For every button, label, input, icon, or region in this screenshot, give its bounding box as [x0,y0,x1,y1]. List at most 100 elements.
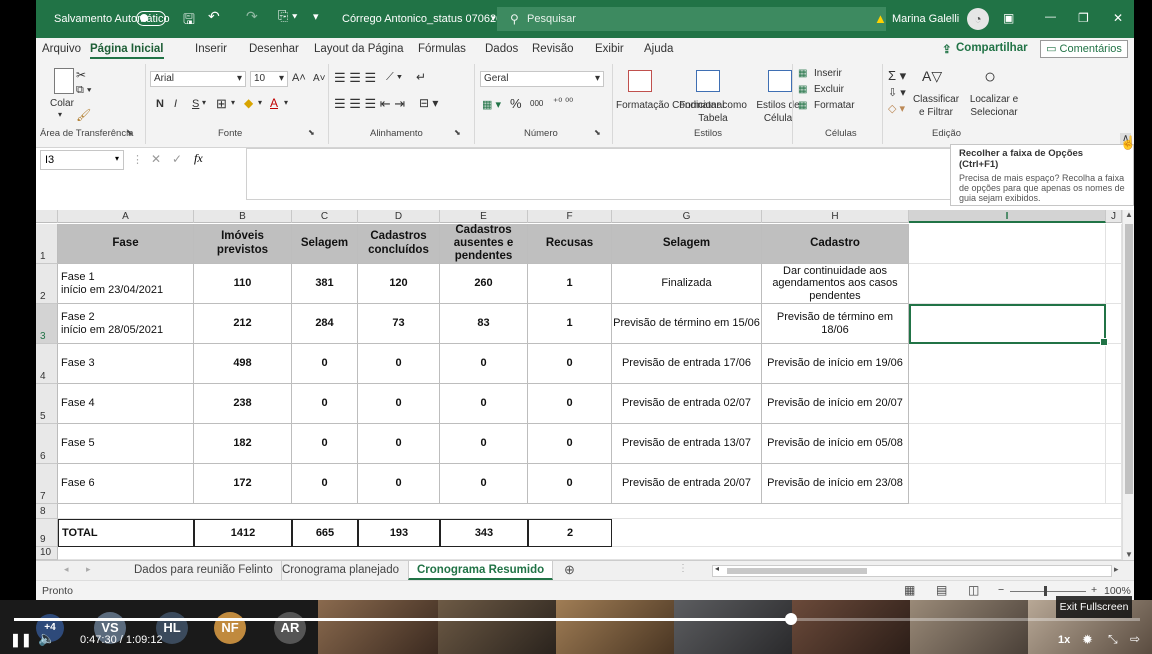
italic-button[interactable]: I [174,98,177,110]
column-header-f[interactable]: F [528,210,612,223]
file-name-chevron-icon[interactable]: ▾ [491,13,496,24]
participant-avatar-ar[interactable]: AR [274,612,306,644]
percent-button[interactable]: % [510,96,522,111]
cell-selagem-row5[interactable]: 0 [292,384,358,424]
sheet-tab-cronograma-planejado[interactable]: Cronograma planejado [274,561,407,580]
autosum-icon[interactable]: Σ ▾ [888,68,906,84]
page-break-icon[interactable]: ◫ [968,583,979,597]
tab-exibir[interactable]: Exibir [595,43,624,55]
scroll-right-icon[interactable]: ▸ [1114,564,1119,575]
paste-chevron-icon[interactable]: ▾ [58,110,62,119]
cell-fase-row3[interactable]: Fase 2 início em 28/05/2021 [58,304,194,344]
borders-chevron-icon[interactable]: ▾ [231,98,235,107]
video-progress-bar[interactable] [14,613,1140,625]
sheet-tab-dados[interactable]: Dados para reunião Felinto [126,561,282,580]
bold-button[interactable]: N [156,98,164,110]
fill-color-icon[interactable]: ◆ [244,96,253,110]
header-cell-pendentes[interactable]: Cadastros ausentes e pendentes [440,224,528,264]
paste-label[interactable]: Colar [50,98,74,109]
tab-inserir[interactable]: Inserir [195,43,227,55]
save-icon[interactable]: 🖫 [183,9,195,33]
find-icon[interactable]: ○ [984,66,996,89]
cell-concluidos-row5[interactable]: 0 [358,384,440,424]
font-grow-icon[interactable]: A˄ [292,72,306,84]
align-left-icon[interactable]: ☰ ☰ ☰ ⇤ ⇥ [334,96,405,112]
header-cell-selagem-status[interactable]: Selagem [612,224,762,264]
cell-cadastro-status-row5[interactable]: Previsão de início em 20/07 [762,384,909,424]
sort-filter-icon[interactable]: A▽ [922,68,942,85]
header-cell-concluidos[interactable]: Cadastros concluídos [358,224,440,264]
column-header-a[interactable]: A [58,210,194,223]
clear-icon[interactable]: ◇ ▾ [888,102,905,115]
volume-icon[interactable]: 🔈 [38,630,55,647]
cell-selagem-row2[interactable]: 381 [292,264,358,304]
empty-cell-row2[interactable] [1106,264,1122,304]
cell-recusas-row6[interactable]: 0 [528,424,612,464]
borders-icon[interactable]: ⊞ [216,96,227,112]
row-header-8[interactable]: 8 [36,504,58,519]
underline-chevron-icon[interactable]: ▾ [202,98,206,107]
active-cell-selection[interactable] [909,304,1108,346]
wrap-text-icon[interactable]: ↵ [416,70,426,84]
column-header-i[interactable]: I [909,210,1106,223]
cell-pendentes-row7[interactable]: 0 [440,464,528,504]
empty-cell-row6[interactable] [1106,424,1122,464]
cell-selagem-status-row6[interactable]: Previsão de entrada 13/07 [612,424,762,464]
participant-avatar-nf[interactable]: NF [214,612,246,644]
row-header-5[interactable]: 5 [36,384,58,424]
cell-styles-icon[interactable] [768,70,792,92]
increase-decimal-icon[interactable]: ⁺⁰ ⁰⁰ [553,97,573,108]
font-color-icon[interactable]: A [270,96,278,110]
user-avatar-icon[interactable]: ◔ [967,8,989,30]
row-header-3[interactable]: 3 [36,304,58,344]
empty-cell-row3[interactable] [1106,304,1122,344]
empty-cell-row6[interactable] [909,424,1106,464]
ribbon-display-icon[interactable]: ▣ [1003,11,1014,25]
cell-selagem-status-row5[interactable]: Previsão de entrada 02/07 [612,384,762,424]
conditional-format-icon[interactable] [628,70,652,92]
header-cell-imoveis[interactable]: Imóveis previstos [194,224,292,264]
user-name[interactable]: Marina Galelli [892,13,959,25]
total-label-cell[interactable]: TOTAL [58,519,194,547]
total-selagem-cell[interactable]: 665 [292,519,358,547]
total-pendentes-cell[interactable]: 343 [440,519,528,547]
pause-icon[interactable]: ❚❚ [10,632,32,648]
number-format-combo[interactable]: Geral ▾ [480,71,604,87]
underline-button[interactable]: S [192,98,199,110]
header-cell-selagem[interactable]: Selagem [292,224,358,264]
column-header-b[interactable]: B [194,210,292,223]
cell-imoveis-row3[interactable]: 212 [194,304,292,344]
total-recusas-cell[interactable]: 2 [528,519,612,547]
cut-icon[interactable]: ✂ [76,68,86,82]
customize-qat-icon[interactable]: ▾ [313,10,319,23]
cell-imoveis-row6[interactable]: 182 [194,424,292,464]
name-box[interactable]: I3 ▾ [40,150,124,170]
quick-access-icon[interactable]: ⎘ ▾ [278,8,297,24]
orientation-icon[interactable]: ⟋ ▾ [386,71,402,84]
cell-fase-row6[interactable]: Fase 5 [58,424,194,464]
delete-cells-button[interactable]: Excluir [814,84,844,95]
empty-cell-row4[interactable] [909,344,1106,384]
playback-speed-button[interactable]: 1x [1058,634,1070,646]
file-name[interactable]: Córrego Antonico_status 07062021 [342,13,514,25]
fill-chevron-icon[interactable]: ▾ [258,98,262,107]
cell-cadastro-status-row7[interactable]: Previsão de início em 23/08 [762,464,909,504]
cell-cadastro-status-row3[interactable]: Previsão de término em 18/06 [762,304,909,344]
total-concluidos-cell[interactable]: 193 [358,519,440,547]
autosave-toggle[interactable] [136,11,166,26]
launcher-icon[interactable]: ⬊ [126,128,133,137]
cell-imoveis-row7[interactable]: 172 [194,464,292,504]
column-header-h[interactable]: H [762,210,909,223]
empty-row-10[interactable] [58,547,1122,560]
scroll-up-icon[interactable]: ▲ [1125,210,1133,219]
cell-pendentes-row4[interactable]: 0 [440,344,528,384]
cell-selagem-status-row2[interactable]: Finalizada [612,264,762,304]
tab-layout[interactable]: Layout da Página [314,43,404,55]
exit-fullscreen-icon[interactable]: ⤡ [1108,632,1118,647]
redo-icon[interactable]: ↷ [246,8,258,25]
delete-cells-icon[interactable]: ▦ [798,84,807,95]
cell-selagem-status-row4[interactable]: Previsão de entrada 17/06 [612,344,762,384]
cell-selagem-row3[interactable]: 284 [292,304,358,344]
thousands-button[interactable]: 000 [530,99,543,108]
comments-button[interactable]: ▭ Comentários [1040,40,1128,58]
